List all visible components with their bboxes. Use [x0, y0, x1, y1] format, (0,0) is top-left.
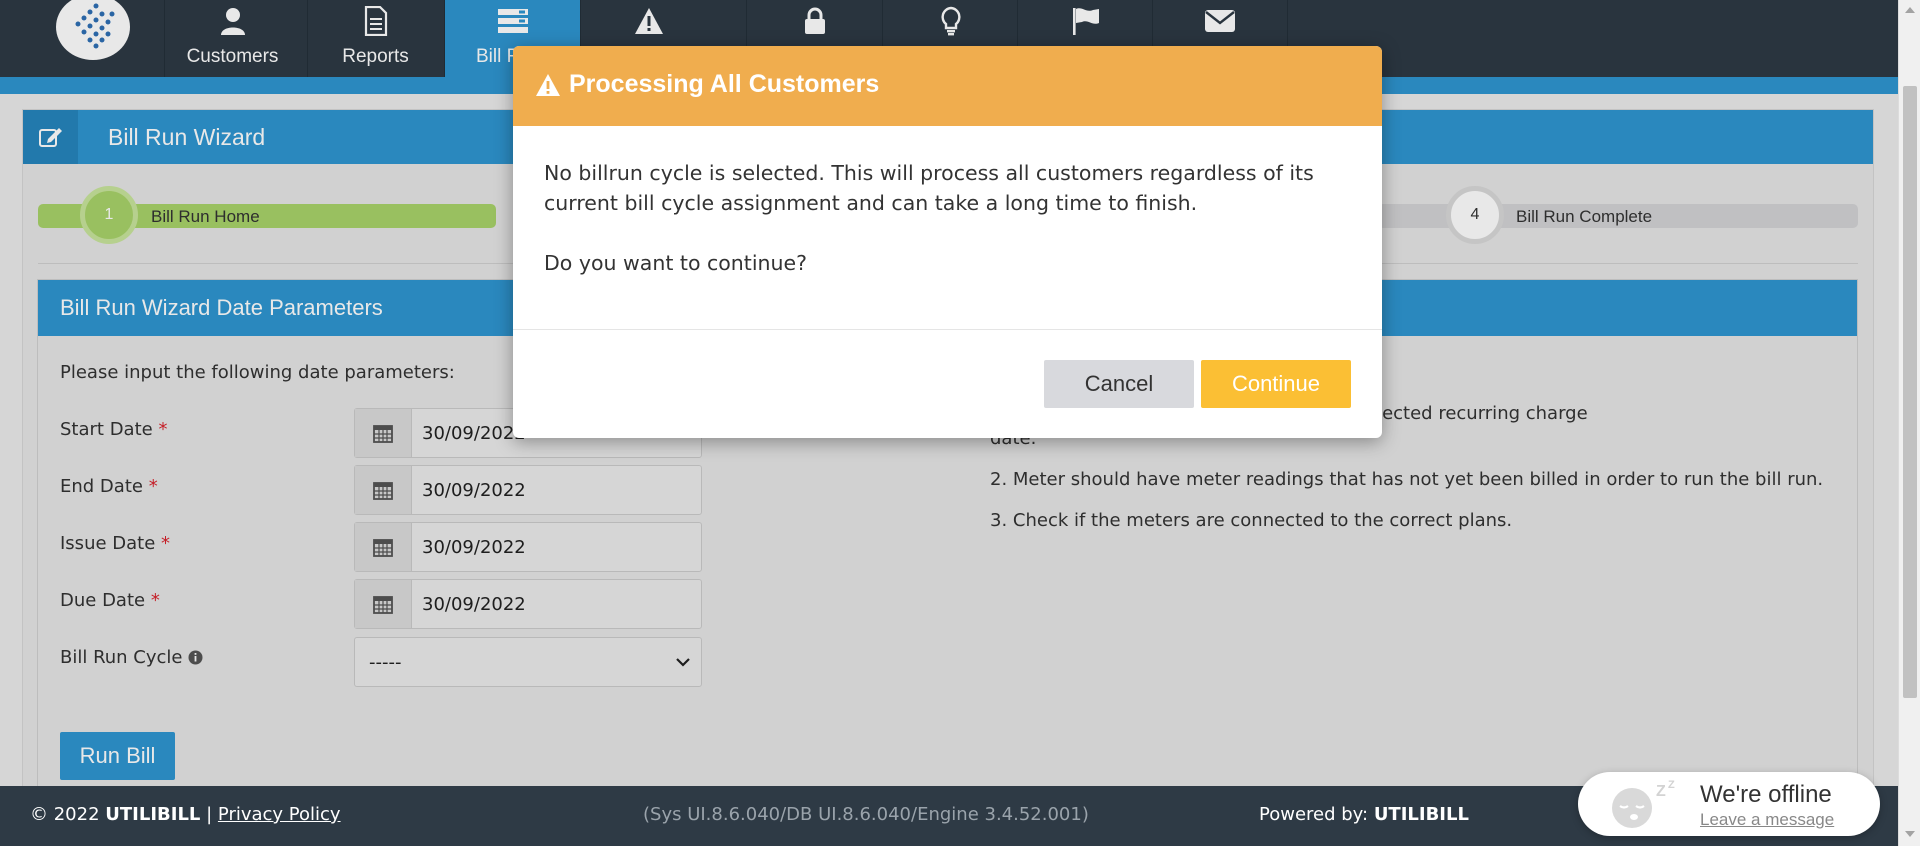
version-info: (Sys UI.8.6.040/DB UI.8.6.040/Engine 3.4… — [643, 804, 1089, 825]
svg-text:Z: Z — [1668, 779, 1675, 791]
page-scrollbar[interactable] — [1898, 0, 1920, 846]
cancel-button[interactable]: Cancel — [1044, 360, 1194, 408]
scroll-down-arrow[interactable] — [1905, 831, 1915, 837]
processing-all-customers-dialog: Processing All Customers No billrun cycl… — [513, 46, 1382, 438]
dialog-divider — [513, 329, 1382, 330]
warning-icon — [535, 73, 561, 101]
dialog-title: Processing All Customers — [569, 70, 880, 98]
sleeping-face-icon: Z Z — [1600, 778, 1690, 834]
footer-copyright: © 2022 UTILIBILL | Privacy Policy — [30, 804, 341, 825]
powered-by: Powered by: UTILIBILL — [1259, 804, 1469, 825]
svg-text:Z: Z — [1656, 783, 1666, 800]
privacy-policy-link[interactable]: Privacy Policy — [218, 804, 341, 825]
chat-status: We're offline — [1700, 781, 1832, 808]
scrollbar-thumb[interactable] — [1903, 86, 1917, 698]
dialog-message: No billrun cycle is selected. This will … — [544, 161, 1314, 215]
continue-button[interactable]: Continue — [1201, 360, 1351, 408]
dialog-header: Processing All Customers — [513, 46, 1382, 126]
dialog-question: Do you want to continue? — [544, 251, 808, 275]
dialog-body: No billrun cycle is selected. This will … — [544, 158, 1364, 278]
scroll-up-arrow[interactable] — [1905, 7, 1915, 13]
chat-widget[interactable]: Z Z We're offline Leave a message — [1578, 772, 1880, 836]
leave-message-link[interactable]: Leave a message — [1700, 810, 1834, 830]
